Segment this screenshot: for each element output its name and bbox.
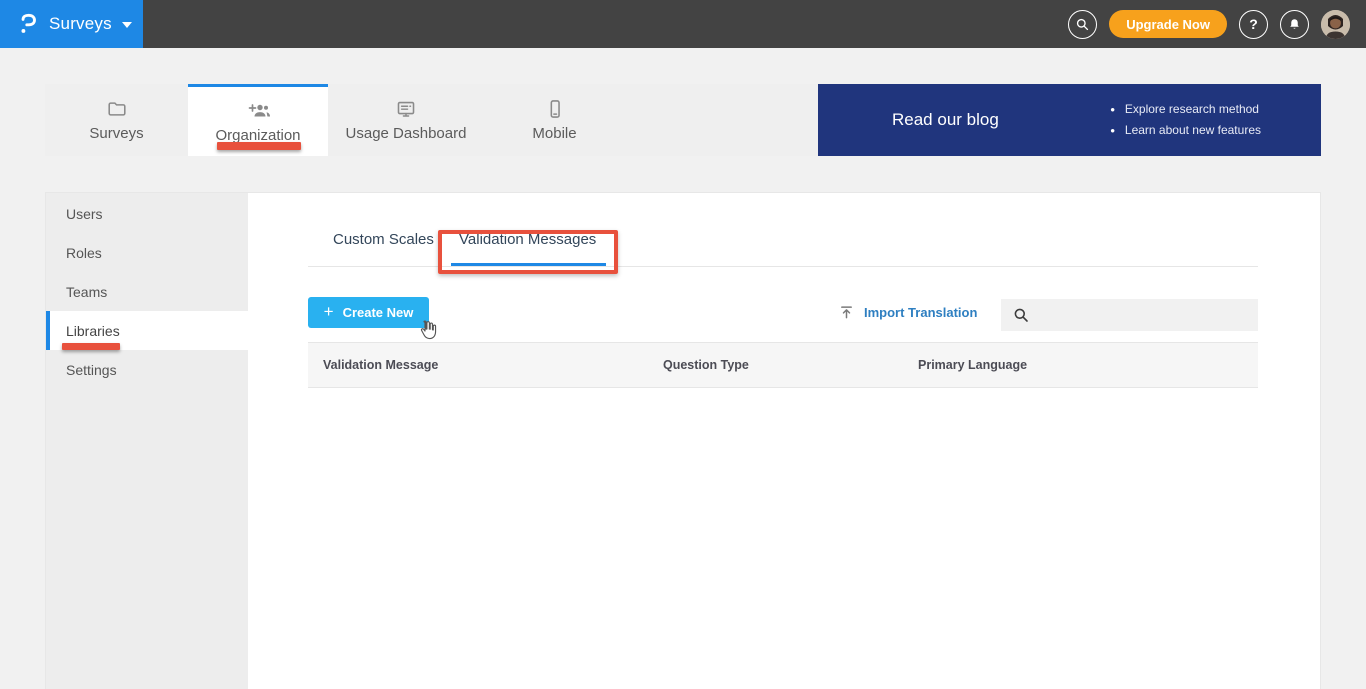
primary-nav-tabs: Surveys Organization Usage Dashboard Mob… [45,84,818,156]
validation-table-header: Validation Message Question Type Primary… [308,342,1258,388]
help-icon: ? [1249,16,1258,32]
search-icon [1077,18,1089,30]
chevron-down-icon [121,22,132,28]
blog-bullet: Explore research method [1110,99,1261,120]
nav-tab-label: Usage Dashboard [345,125,467,142]
column-header-validation-message: Validation Message [323,358,439,372]
annotation-underline-organization [217,142,301,150]
nav-tab-label: Organization [215,126,301,144]
upgrade-now-button[interactable]: Upgrade Now [1109,10,1227,38]
nav-filler [625,84,818,156]
annotation-underline-libraries [62,343,120,350]
create-new-button[interactable]: + Create New [308,297,429,328]
folder-icon [107,102,126,116]
sidebar-item-label: Libraries [66,322,120,339]
tab-custom-scales[interactable]: Custom Scales [333,231,434,248]
organization-icon [248,103,270,116]
plus-icon: + [323,301,334,321]
nav-tab-organization[interactable]: Organization [188,84,328,156]
column-header-question-type: Question Type [663,358,749,372]
sidebar-item-label: Teams [66,283,108,300]
help-button[interactable]: ? [1239,9,1268,39]
blog-bullet-list: Explore research method Learn about new … [1110,99,1261,141]
nav-tab-surveys[interactable]: Surveys [45,84,188,156]
blog-promo-panel: Read our blog Explore research method Le… [818,84,1321,156]
sidebar-item-label: Roles [66,244,102,261]
library-search [1001,299,1258,331]
questionpro-logo-icon [21,13,36,33]
nav-tab-label: Surveys [89,125,144,142]
nav-tab-label: Mobile [532,125,577,142]
sidebar-item-users[interactable]: Users [46,194,248,233]
avatar[interactable] [1321,9,1350,39]
product-label: Surveys [49,14,112,33]
import-translation-link[interactable]: Import Translation [839,305,977,320]
sidebar-item-label: Users [66,205,103,222]
import-translation-label: Import Translation [864,305,978,320]
nav-tab-mobile[interactable]: Mobile [484,84,625,156]
libraries-content: Custom Scales Validation Messages + Crea… [248,193,1320,689]
bell-icon [1290,18,1299,29]
settings-sidebar: Users Roles Teams Libraries Settings [46,193,248,689]
sidebar-item-roles[interactable]: Roles [46,233,248,272]
search-icon [1014,308,1028,322]
product-switcher[interactable]: Surveys [0,0,143,48]
upload-icon [841,306,852,319]
tabs-divider [308,266,1258,267]
primary-nav: Surveys Organization Usage Dashboard Mob… [45,84,1321,156]
column-header-primary-language: Primary Language [918,358,1028,372]
dashboard-icon [397,101,415,117]
blog-panel-title[interactable]: Read our blog [892,110,999,130]
sidebar-item-teams[interactable]: Teams [46,272,248,311]
create-new-label: Create New [342,305,414,320]
sidebar-item-label: Settings [66,361,117,378]
avatar-photo [1321,9,1350,39]
global-search-button[interactable] [1068,9,1098,39]
topbar: Surveys Upgrade Now ? [0,0,1366,48]
main-card: Users Roles Teams Libraries Settings Cus… [45,192,1321,689]
mobile-icon [550,100,560,118]
notifications-button[interactable] [1280,9,1309,39]
nav-tab-usage-dashboard[interactable]: Usage Dashboard [328,84,484,156]
tab-validation-messages[interactable]: Validation Messages [459,231,596,248]
sidebar-item-settings[interactable]: Settings [46,350,248,389]
topbar-actions: Upgrade Now ? [1068,9,1366,39]
blog-bullet: Learn about new features [1110,120,1261,141]
library-search-input[interactable] [1038,307,1238,323]
